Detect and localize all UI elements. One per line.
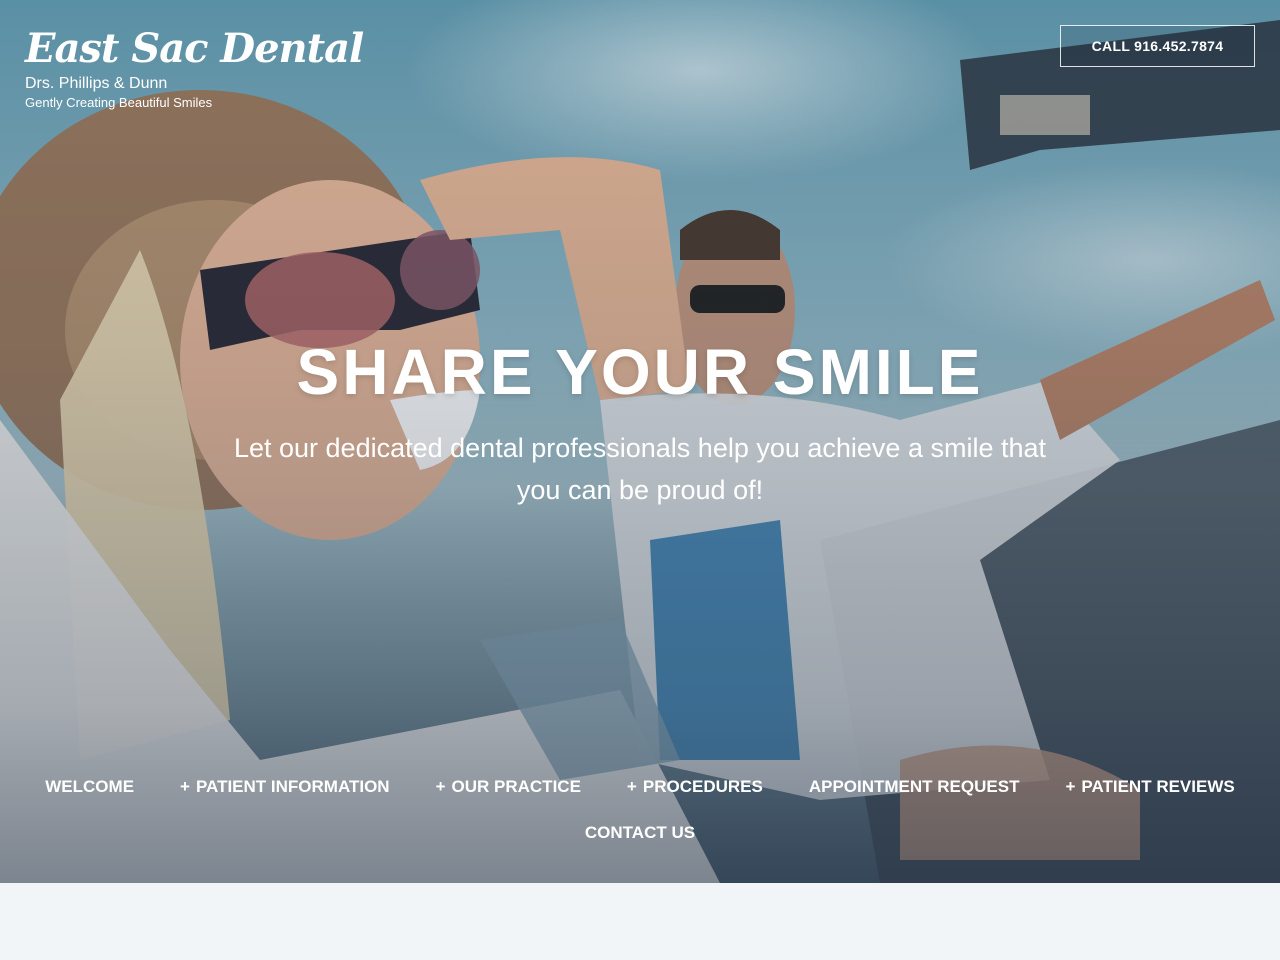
- nav-item-contact-us[interactable]: CONTACT US: [562, 823, 718, 843]
- nav-label: CONTACT US: [584, 823, 696, 842]
- nav-item-patient-reviews[interactable]: + PATIENT REVIEWS: [1042, 777, 1257, 797]
- nav-label: OUR PRACTICE: [451, 777, 581, 796]
- page-content-area: [0, 883, 1280, 960]
- hero-banner: East Sac Dental Drs. Phillips & Dunn Gen…: [0, 0, 1280, 883]
- nav-item-appointment-request[interactable]: APPOINTMENT REQUEST: [786, 777, 1043, 797]
- nav-row: CONTACT US: [0, 812, 1280, 854]
- plus-icon: +: [1065, 777, 1076, 796]
- main-navigation: WELCOME + PATIENT INFORMATION + OUR PRACTI…: [0, 766, 1280, 854]
- nav-item-our-practice[interactable]: + OUR PRACTICE: [413, 777, 604, 797]
- site-logo[interactable]: East Sac Dental Drs. Phillips & Dunn Gen…: [25, 24, 364, 112]
- hero-subheadline: Let our dedicated dental professionals h…: [233, 433, 1047, 505]
- doctors-names: Drs. Phillips & Dunn: [25, 75, 168, 92]
- brand-tagline: Gently Creating Beautiful Smiles: [25, 95, 213, 110]
- nav-label: PATIENT REVIEWS: [1081, 777, 1235, 796]
- hero-headline: SHARE YOUR SMILE: [296, 336, 984, 408]
- call-button[interactable]: CALL 916.452.7874: [1060, 25, 1255, 67]
- plus-icon: +: [626, 777, 637, 796]
- plus-icon: +: [435, 777, 446, 796]
- brand-name[interactable]: East Sac Dental: [25, 24, 364, 74]
- nav-item-patient-information[interactable]: + PATIENT INFORMATION: [157, 777, 413, 797]
- nav-row: WELCOME + PATIENT INFORMATION + OUR PRACTI…: [0, 766, 1280, 808]
- nav-label: PATIENT INFORMATION: [195, 777, 390, 796]
- nav-item-procedures[interactable]: + PROCEDURES: [604, 777, 786, 797]
- nav-label: PROCEDURES: [642, 777, 763, 796]
- nav-item-welcome[interactable]: WELCOME: [22, 777, 157, 797]
- nav-label: WELCOME: [45, 777, 135, 796]
- plus-icon: +: [180, 777, 190, 796]
- nav-label: APPOINTMENT REQUEST: [808, 777, 1020, 796]
